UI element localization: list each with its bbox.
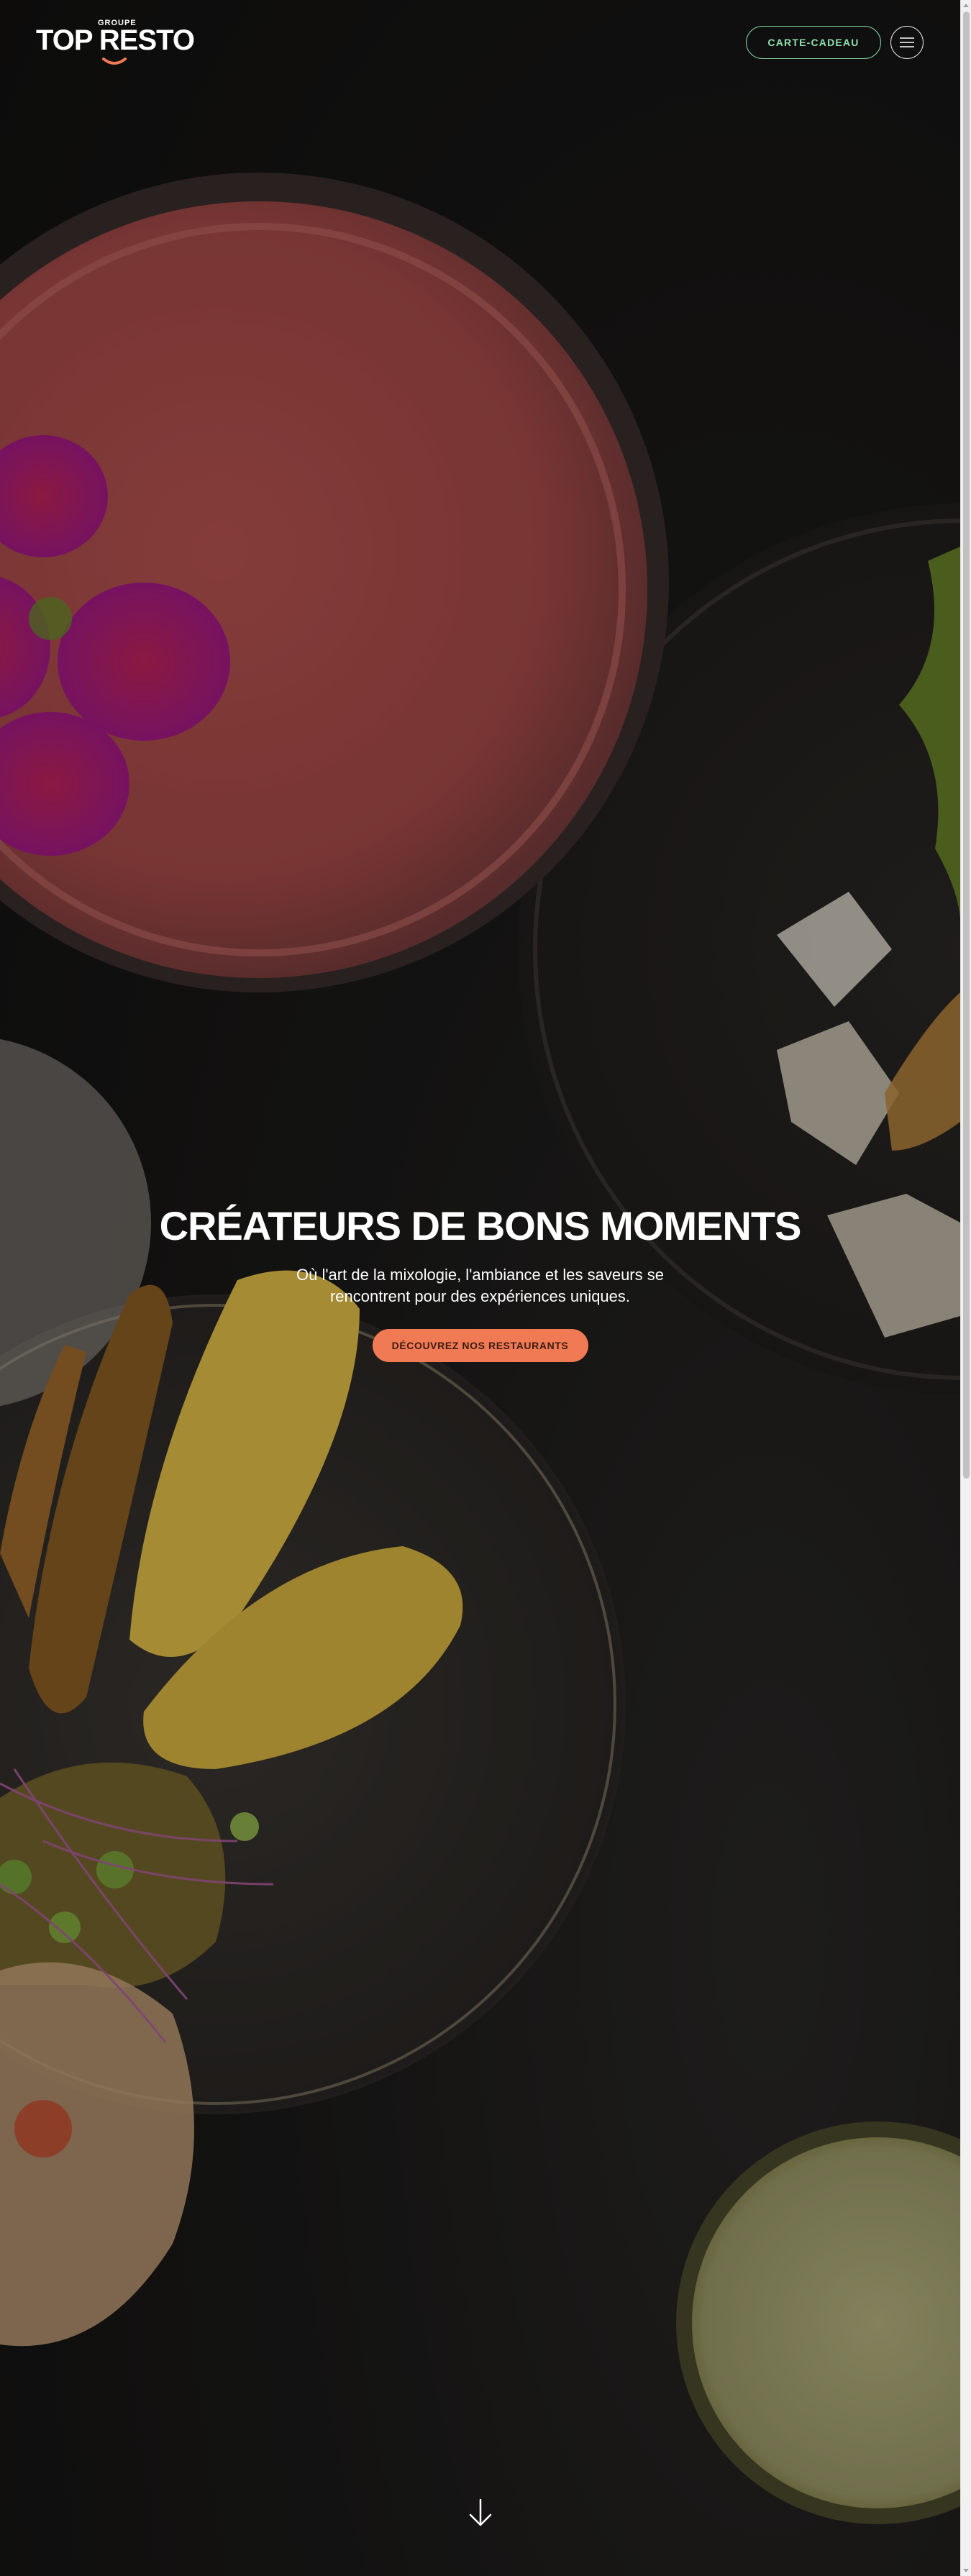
hero-section: CRÉATEURS DE BONS MOMENTS Où l'art de la… [0,1201,960,1362]
scroll-down-arrow-icon[interactable] [963,2569,969,2572]
scrollbar-thumb[interactable] [963,12,970,1479]
page-scrollbar[interactable] [960,0,971,2576]
logo-smile-icon [102,58,127,65]
logo-name: TOP RESTO [36,24,195,56]
menu-button[interactable] [890,26,924,59]
hero-description: Où l'art de la mixologie, l'ambiance et … [296,1266,664,1305]
brand-logo[interactable]: GROUPE TOP RESTO [36,17,196,69]
arrow-down-icon [469,2498,492,2526]
scroll-down-button[interactable] [466,2495,495,2530]
scroll-up-arrow-icon[interactable] [963,4,969,7]
hero-title: CRÉATEURS DE BONS MOMENTS [159,1203,802,1248]
site-header: GROUPE TOP RESTO CARTE-CADEAU [0,0,960,86]
page: GROUPE TOP RESTO CARTE-CADEAU CRÉATEURS … [0,0,971,2576]
hamburger-menu-icon [900,37,914,47]
gift-card-button[interactable]: CARTE-CADEAU [746,26,881,59]
discover-restaurants-button[interactable]: DÉCOUVREZ NOS RESTAURANTS [372,1329,588,1362]
